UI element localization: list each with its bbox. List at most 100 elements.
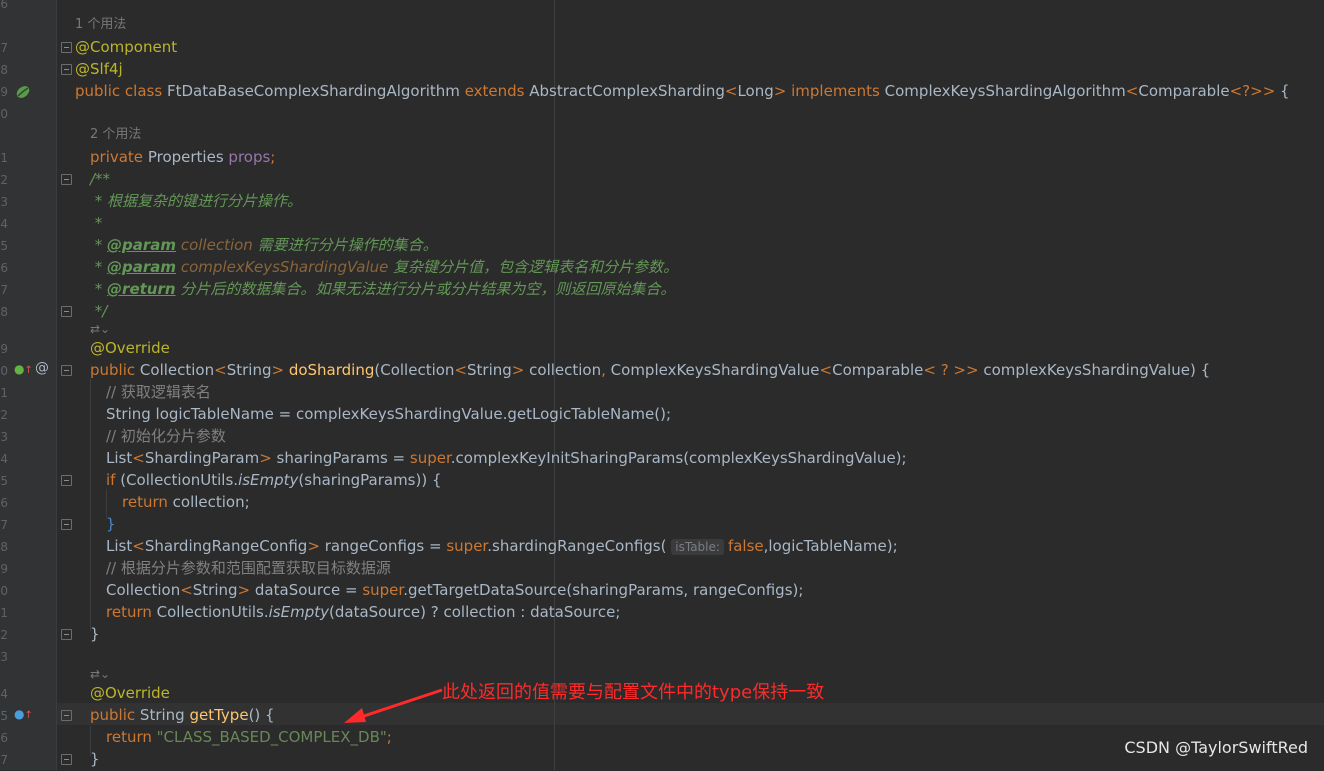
type-name: List (106, 449, 133, 467)
right-margin-guide (554, 0, 555, 770)
line-number: 2 (0, 628, 8, 642)
code-line: return CollectionUtils.isEmpty(dataSourc… (106, 601, 620, 623)
line-comment: // 根据分片参数和范围配置获取目标数据源 (106, 559, 391, 577)
line-number: 8 (0, 63, 8, 77)
keyword: false (727, 537, 764, 555)
keyword: public (75, 82, 121, 100)
code-line: return "CLASS_BASED_COMPLEX_DB"; (106, 728, 392, 746)
fold-icon[interactable] (61, 306, 72, 317)
code-line: } (90, 750, 100, 768)
line-comment: // 获取逻辑表名 (106, 383, 211, 401)
line-number: 9 (0, 85, 8, 99)
code-line: public class FtDataBaseComplexShardingAl… (75, 82, 1290, 100)
line-number: 8 (0, 305, 8, 319)
doc-comment: * (90, 214, 103, 232)
usage-hint[interactable]: 2 个用法 (90, 124, 141, 146)
inlay-hint: isTable: (671, 539, 724, 555)
doc-tag: @param (107, 258, 177, 276)
line-number-gutter (0, 0, 56, 770)
type-name: Comparable (1138, 82, 1230, 100)
fold-icon[interactable] (61, 629, 72, 640)
keyword: private (90, 148, 144, 166)
line-number: 0 (0, 364, 8, 378)
method-name: doSharding (288, 361, 375, 379)
method-name: getType (189, 706, 249, 724)
type-name: Collection (380, 361, 455, 379)
type-name: Long (737, 82, 774, 100)
override-up-icon[interactable]: ●↑ (14, 362, 33, 378)
fold-icon[interactable] (61, 174, 72, 185)
code-line: } (106, 515, 116, 533)
expression: collection; (167, 493, 250, 511)
fold-icon[interactable] (61, 754, 72, 765)
code-line: } (90, 625, 100, 643)
doc-param: collection (180, 236, 253, 254)
line-number: 7 (0, 283, 8, 297)
expression: (dataSource) ? collection : dataSource; (329, 603, 621, 621)
line-number: 7 (0, 753, 8, 767)
line-number: 7 (0, 518, 8, 532)
type-name: Collection (106, 581, 181, 599)
doc-comment: * @param complexKeysShardingValue 复杂键分片值… (90, 258, 679, 276)
expression: (sharingParams)) { (298, 471, 442, 489)
class-name: CollectionUtils. (156, 603, 269, 621)
keyword: if (106, 471, 116, 489)
line-number: 4 (0, 217, 8, 231)
type-name: AbstractComplexSharding (529, 82, 725, 100)
keyword: return (106, 728, 152, 746)
fold-icon[interactable] (61, 519, 72, 530)
field-name: props (228, 148, 271, 166)
code-line: public String getType() { (90, 706, 275, 724)
line-number: 5 (0, 474, 8, 488)
line-number: 6 (0, 261, 8, 275)
type-name: Collection (139, 361, 215, 379)
keyword: super (362, 581, 404, 599)
type-name: ComplexKeysShardingAlgorithm (884, 82, 1126, 100)
line-number: 8 (0, 540, 8, 554)
line-number: 6 (0, 496, 8, 510)
line-comment: // 初始化分片参数 (106, 427, 226, 445)
fold-icon[interactable] (61, 710, 72, 721)
code-line: return collection; (122, 491, 250, 513)
expression: complexKeysShardingValue.getLogicTableNa… (295, 405, 671, 423)
fold-icon[interactable] (61, 64, 72, 75)
variable: rangeConfigs (324, 537, 425, 555)
expression: .shardingRangeConfigs( (487, 537, 667, 555)
param-name: collection (529, 361, 602, 379)
code-line: List<ShardingParam> sharingParams = supe… (106, 449, 907, 467)
fold-icon[interactable] (61, 365, 72, 376)
line-number: 7 (0, 41, 8, 55)
type-name: ShardingParam (144, 449, 260, 467)
keyword: public (90, 361, 136, 379)
line-number: 3 (0, 195, 8, 209)
bean-icon[interactable] (14, 83, 32, 104)
string-literal: "CLASS_BASED_COMPLEX_DB" (156, 728, 387, 746)
line-number: 5 (0, 239, 8, 253)
keyword: public (90, 706, 136, 724)
line-number: 0 (0, 107, 8, 121)
line-number: 2 (0, 408, 8, 422)
keyword: extends (464, 82, 525, 100)
usage-hint[interactable]: 1 个用法 (75, 14, 126, 36)
type-name: List (106, 537, 133, 555)
code-line: if (CollectionUtils.isEmpty(sharingParam… (106, 471, 442, 489)
gutter-separator (56, 0, 57, 770)
line-number: 1 (0, 151, 8, 165)
doc-tag: @return (107, 280, 176, 298)
code-line: Collection<String> dataSource = super.ge… (106, 581, 804, 599)
method-name: isEmpty (268, 603, 329, 621)
line-number: 4 (0, 452, 8, 466)
fold-icon[interactable] (61, 42, 72, 53)
override-up-icon[interactable]: ●↑ (14, 707, 33, 723)
keyword: return (106, 603, 152, 621)
annotation-label: 此处返回的值需要与配置文件中的type保持一致 (442, 682, 825, 703)
line-number: 9 (0, 562, 8, 576)
at-sign-icon[interactable]: @ (35, 361, 49, 375)
code-line: @Override (90, 339, 170, 357)
line-number: 5 (0, 709, 8, 723)
fold-icon[interactable] (61, 475, 72, 486)
param-name: complexKeysShardingValue (983, 361, 1190, 379)
line-number: 4 (0, 687, 8, 701)
type-name: ShardingRangeConfig (144, 537, 308, 555)
expression: ,logicTableName); (763, 537, 898, 555)
